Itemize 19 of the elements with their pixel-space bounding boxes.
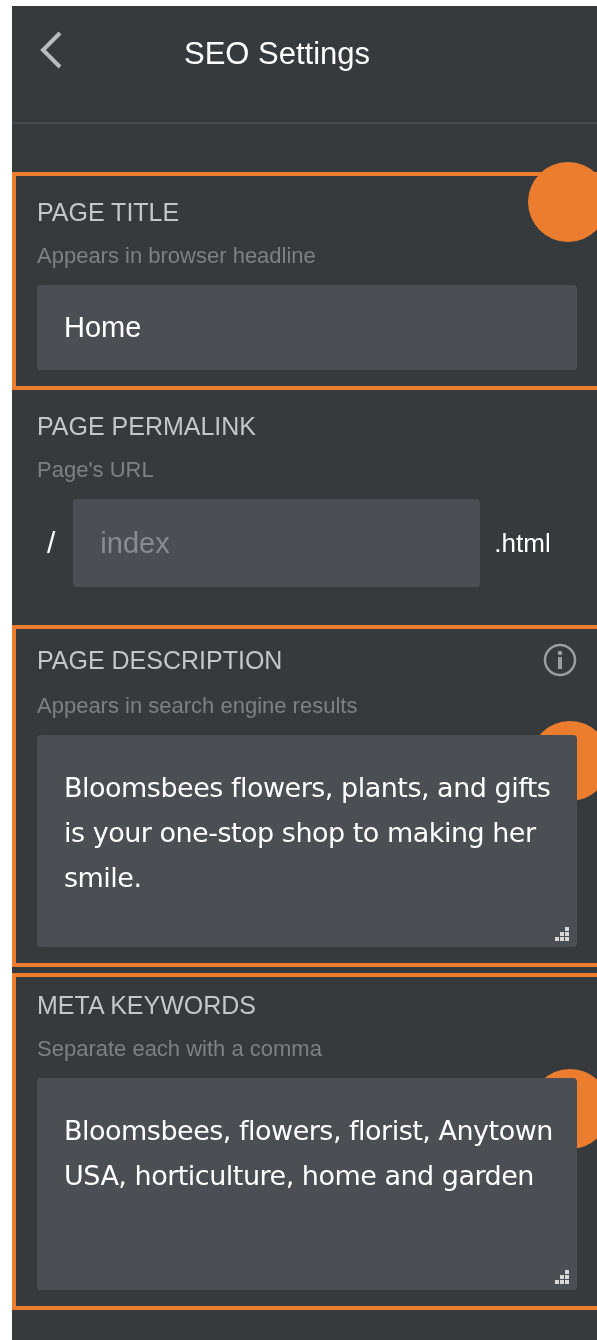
text-area[interactable]: Bloomsbees, flowers, florist, Anytown USA, horticulture, home and garden xyxy=(37,1078,577,1290)
input-field[interactable]: Home xyxy=(37,285,577,370)
field-hint: Appears in browser headline xyxy=(37,243,317,269)
permalink-field[interactable]: index xyxy=(73,499,481,587)
info-icon[interactable] xyxy=(543,643,577,677)
field-hint: Separate each with a comma xyxy=(37,1036,323,1062)
field-hint: Page's URL xyxy=(37,457,155,483)
url-prefix: / xyxy=(47,526,56,560)
panel-title: SEO Settings xyxy=(184,36,371,72)
url-suffix: .html xyxy=(494,527,551,559)
field-hint: Appears in search engine results xyxy=(37,693,359,719)
field-label: PAGE PERMALINK xyxy=(37,412,257,441)
field-label: PAGE TITLE xyxy=(37,198,180,227)
resize-grip-icon[interactable] xyxy=(555,927,569,941)
field-label: PAGE DESCRIPTION xyxy=(37,645,283,675)
text-area[interactable]: Bloomsbees flowers, plants, and gifts is your one-stop shop to making her smile. xyxy=(37,735,577,947)
field-label: META KEYWORDS xyxy=(37,991,256,1020)
resize-grip-icon[interactable] xyxy=(555,1270,569,1284)
back-icon[interactable] xyxy=(38,30,64,70)
